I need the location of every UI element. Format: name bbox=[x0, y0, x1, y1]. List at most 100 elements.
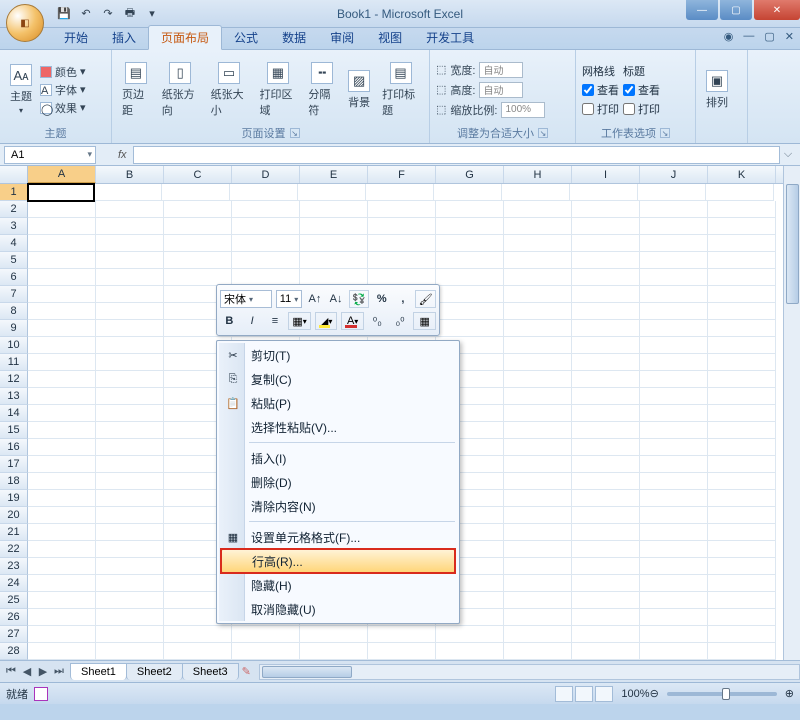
cell-B1[interactable] bbox=[94, 184, 162, 201]
mini-shrinkfont[interactable]: A↓ bbox=[327, 290, 344, 308]
cell-J3[interactable] bbox=[640, 218, 708, 235]
cell-G3[interactable] bbox=[436, 218, 504, 235]
ctx-clear[interactable]: 清除内容(N) bbox=[219, 494, 457, 518]
mdi-restore[interactable]: ▢ bbox=[764, 30, 774, 43]
cell-C2[interactable] bbox=[164, 201, 232, 218]
row-20[interactable]: 20 bbox=[0, 507, 28, 524]
cell-I14[interactable] bbox=[572, 405, 640, 422]
row-25[interactable]: 25 bbox=[0, 592, 28, 609]
mini-font-family[interactable]: 宋体 bbox=[220, 290, 272, 308]
mini-percent[interactable]: % bbox=[373, 290, 390, 308]
new-sheet-icon[interactable]: ✎ bbox=[242, 665, 251, 678]
row-1[interactable]: 1 bbox=[0, 184, 28, 201]
row-4[interactable]: 4 bbox=[0, 235, 28, 252]
ctx-pastespecial[interactable]: 选择性粘贴(V)... bbox=[219, 415, 457, 439]
row-5[interactable]: 5 bbox=[0, 252, 28, 269]
cell-A14[interactable] bbox=[28, 405, 96, 422]
background-button[interactable]: ▨背景 bbox=[344, 68, 374, 112]
mdi-minimize[interactable]: — bbox=[743, 30, 754, 43]
cell-A27[interactable] bbox=[28, 626, 96, 643]
cell-I8[interactable] bbox=[572, 303, 640, 320]
cell-I22[interactable] bbox=[572, 541, 640, 558]
ctx-rowheight[interactable]: 行高(R)... bbox=[221, 549, 455, 573]
cell-H10[interactable] bbox=[504, 337, 572, 354]
tab-view[interactable]: 视图 bbox=[366, 26, 414, 49]
cell-I25[interactable] bbox=[572, 592, 640, 609]
cell-J10[interactable] bbox=[640, 337, 708, 354]
cell-H3[interactable] bbox=[504, 218, 572, 235]
cell-J1[interactable] bbox=[638, 184, 706, 201]
cell-K18[interactable] bbox=[708, 473, 776, 490]
cell-H17[interactable] bbox=[504, 456, 572, 473]
cell-K4[interactable] bbox=[708, 235, 776, 252]
height-spin[interactable]: 自动 bbox=[479, 82, 523, 98]
cell-B28[interactable] bbox=[96, 643, 164, 660]
cell-I11[interactable] bbox=[572, 354, 640, 371]
zoom-percent[interactable]: 100% bbox=[621, 688, 649, 700]
cell-H1[interactable] bbox=[502, 184, 570, 201]
cell-D1[interactable] bbox=[230, 184, 298, 201]
cell-K7[interactable] bbox=[708, 286, 776, 303]
cell-B19[interactable] bbox=[96, 490, 164, 507]
cell-E1[interactable] bbox=[298, 184, 366, 201]
cell-I7[interactable] bbox=[572, 286, 640, 303]
cell-K9[interactable] bbox=[708, 320, 776, 337]
tab-home[interactable]: 开始 bbox=[52, 26, 100, 49]
cell-A6[interactable] bbox=[28, 269, 96, 286]
cell-B26[interactable] bbox=[96, 609, 164, 626]
row-24[interactable]: 24 bbox=[0, 575, 28, 592]
sheet3-tab[interactable]: Sheet3 bbox=[182, 663, 239, 680]
theme-fonts[interactable]: A字体▾ bbox=[40, 82, 86, 98]
cell-K17[interactable] bbox=[708, 456, 776, 473]
cell-A4[interactable] bbox=[28, 235, 96, 252]
ctx-insert[interactable]: 插入(I) bbox=[219, 446, 457, 470]
qat-print[interactable]: 🖶 bbox=[120, 4, 140, 24]
cell-A21[interactable] bbox=[28, 524, 96, 541]
cell-K8[interactable] bbox=[708, 303, 776, 320]
cell-A9[interactable] bbox=[28, 320, 96, 337]
mini-center[interactable]: ≡ bbox=[266, 312, 285, 330]
col-J[interactable]: J bbox=[640, 166, 708, 183]
sheet2-tab[interactable]: Sheet2 bbox=[126, 663, 183, 680]
cell-A25[interactable] bbox=[28, 592, 96, 609]
cell-I3[interactable] bbox=[572, 218, 640, 235]
cell-H7[interactable] bbox=[504, 286, 572, 303]
cell-J16[interactable] bbox=[640, 439, 708, 456]
cell-G7[interactable] bbox=[436, 286, 504, 303]
fx-icon[interactable]: fx bbox=[118, 149, 127, 161]
row-7[interactable]: 7 bbox=[0, 286, 28, 303]
cell-K2[interactable] bbox=[708, 201, 776, 218]
cell-E5[interactable] bbox=[300, 252, 368, 269]
cell-B12[interactable] bbox=[96, 371, 164, 388]
mini-growfont[interactable]: A↑ bbox=[306, 290, 323, 308]
cell-B23[interactable] bbox=[96, 558, 164, 575]
printarea-button[interactable]: ▦打印区域 bbox=[256, 60, 301, 120]
cell-K20[interactable] bbox=[708, 507, 776, 524]
mini-accounting[interactable]: 💱 bbox=[349, 290, 370, 308]
cell-J27[interactable] bbox=[640, 626, 708, 643]
cell-B14[interactable] bbox=[96, 405, 164, 422]
cell-K12[interactable] bbox=[708, 371, 776, 388]
select-all-corner[interactable] bbox=[0, 166, 28, 183]
cell-A22[interactable] bbox=[28, 541, 96, 558]
sheet-prev[interactable]: ◀ bbox=[20, 665, 34, 678]
row-9[interactable]: 9 bbox=[0, 320, 28, 337]
breaks-button[interactable]: ╍分隔符 bbox=[304, 60, 340, 120]
cell-H2[interactable] bbox=[504, 201, 572, 218]
scale-launcher[interactable]: ↘ bbox=[538, 128, 548, 138]
cell-H8[interactable] bbox=[504, 303, 572, 320]
pagesetup-launcher[interactable]: ↘ bbox=[290, 128, 300, 138]
cell-K23[interactable] bbox=[708, 558, 776, 575]
cell-A19[interactable] bbox=[28, 490, 96, 507]
head-print-check[interactable] bbox=[623, 103, 635, 115]
cell-A7[interactable] bbox=[28, 286, 96, 303]
cell-E27[interactable] bbox=[300, 626, 368, 643]
mini-bold[interactable]: B bbox=[220, 312, 239, 330]
cell-K16[interactable] bbox=[708, 439, 776, 456]
cell-J22[interactable] bbox=[640, 541, 708, 558]
cell-J20[interactable] bbox=[640, 507, 708, 524]
cell-J13[interactable] bbox=[640, 388, 708, 405]
row-28[interactable]: 28 bbox=[0, 643, 28, 660]
cell-A26[interactable] bbox=[28, 609, 96, 626]
row-12[interactable]: 12 bbox=[0, 371, 28, 388]
